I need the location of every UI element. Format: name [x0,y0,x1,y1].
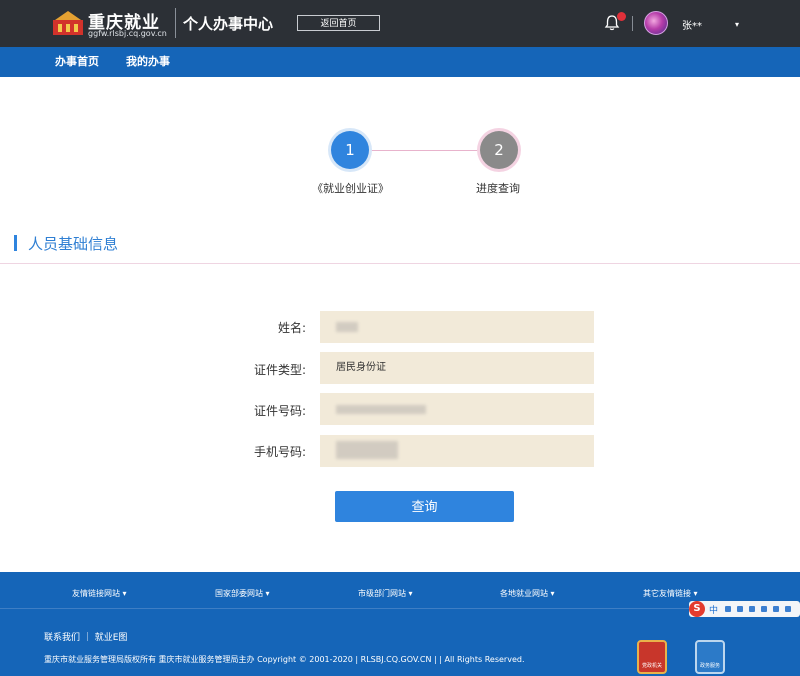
footer-link-local-employment[interactable]: 各地就业网站 ▾ [500,588,555,599]
id-number-field[interactable] [320,393,594,425]
gov-service-badge[interactable]: 政务服务 [695,640,725,674]
query-button[interactable]: 查询 [335,491,514,522]
name-label: 姓名: [277,321,306,335]
redacted-name [336,322,358,332]
nav-item-home[interactable]: 办事首页 [55,47,99,77]
sogou-logo-icon[interactable]: S [689,601,705,617]
username[interactable]: 张** [682,17,702,32]
badge-2-label: 政务服务 [699,663,720,669]
footer-link-friendly[interactable]: 友情链接网站 ▾ [72,588,127,599]
back-home-button[interactable]: 返回首页 [297,15,380,31]
punctuation-icon[interactable] [725,606,731,612]
footer-divider [0,608,800,609]
footer-contact-links[interactable]: 联系我们 ｜ 就业E图 [44,630,127,643]
ime-toolbar[interactable]: S 中 [689,601,800,617]
page-title: 个人办事中心 [183,15,274,33]
avatar[interactable] [644,11,668,35]
keyboard-icon[interactable] [761,606,767,612]
section-divider [0,263,800,264]
party-government-badge[interactable]: 党政机关 [637,640,667,674]
top-header: 重庆就业 ggfw.rlsbj.cq.gov.cn 个人办事中心 返回首页 张*… [0,0,800,47]
notification-dot [617,12,626,21]
skin-icon[interactable] [773,606,779,612]
section-marker [14,235,17,251]
footer-link-city-departments[interactable]: 市级部门网站 ▾ [358,588,413,599]
microphone-icon[interactable] [749,606,755,612]
building-logo-icon [53,11,83,35]
id-type-label: 证件类型: [253,363,306,377]
step-connector [368,150,480,151]
ime-language[interactable]: 中 [709,603,718,616]
footer: 友情链接网站 ▾ 国家部委网站 ▾ 市级部门网站 ▾ 各地就业网站 ▾ 其它友情… [0,572,800,676]
footer-link-other[interactable]: 其它友情链接 ▾ [643,588,698,599]
step-1-label: 《就业创业证》 [312,182,389,195]
redacted-id-number [336,405,426,414]
section-title: 人员基础信息 [28,235,119,253]
chevron-down-icon[interactable]: ▾ [735,20,739,29]
footer-link-ministries[interactable]: 国家部委网站 ▾ [215,588,270,599]
name-field[interactable] [320,311,594,343]
emoji-icon[interactable] [737,606,743,612]
redacted-phone [336,441,398,459]
phone-label: 手机号码: [253,445,306,459]
site-logo[interactable]: 重庆就业 ggfw.rlsbj.cq.gov.cn [52,8,174,40]
phone-field[interactable] [320,435,594,467]
id-type-field[interactable]: 居民身份证 [320,352,594,384]
nav-item-my-tasks[interactable]: 我的办事 [126,47,170,77]
step-1-circle: 1 [331,131,369,169]
step-2-label: 进度查询 [476,182,520,195]
badge-1-label: 党政机关 [641,663,662,669]
id-number-label: 证件号码: [253,404,306,418]
logo-divider [175,8,176,38]
step-2-circle: 2 [480,131,518,169]
footer-copyright: 重庆市就业服务管理局版权所有 重庆市就业服务管理局主办 Copyright © … [44,655,525,664]
header-divider [632,16,633,31]
logo-url: ggfw.rlsbj.cq.gov.cn [88,29,167,38]
main-nav: 办事首页 我的办事 [0,47,800,77]
ime-menu-icon[interactable] [785,606,791,612]
